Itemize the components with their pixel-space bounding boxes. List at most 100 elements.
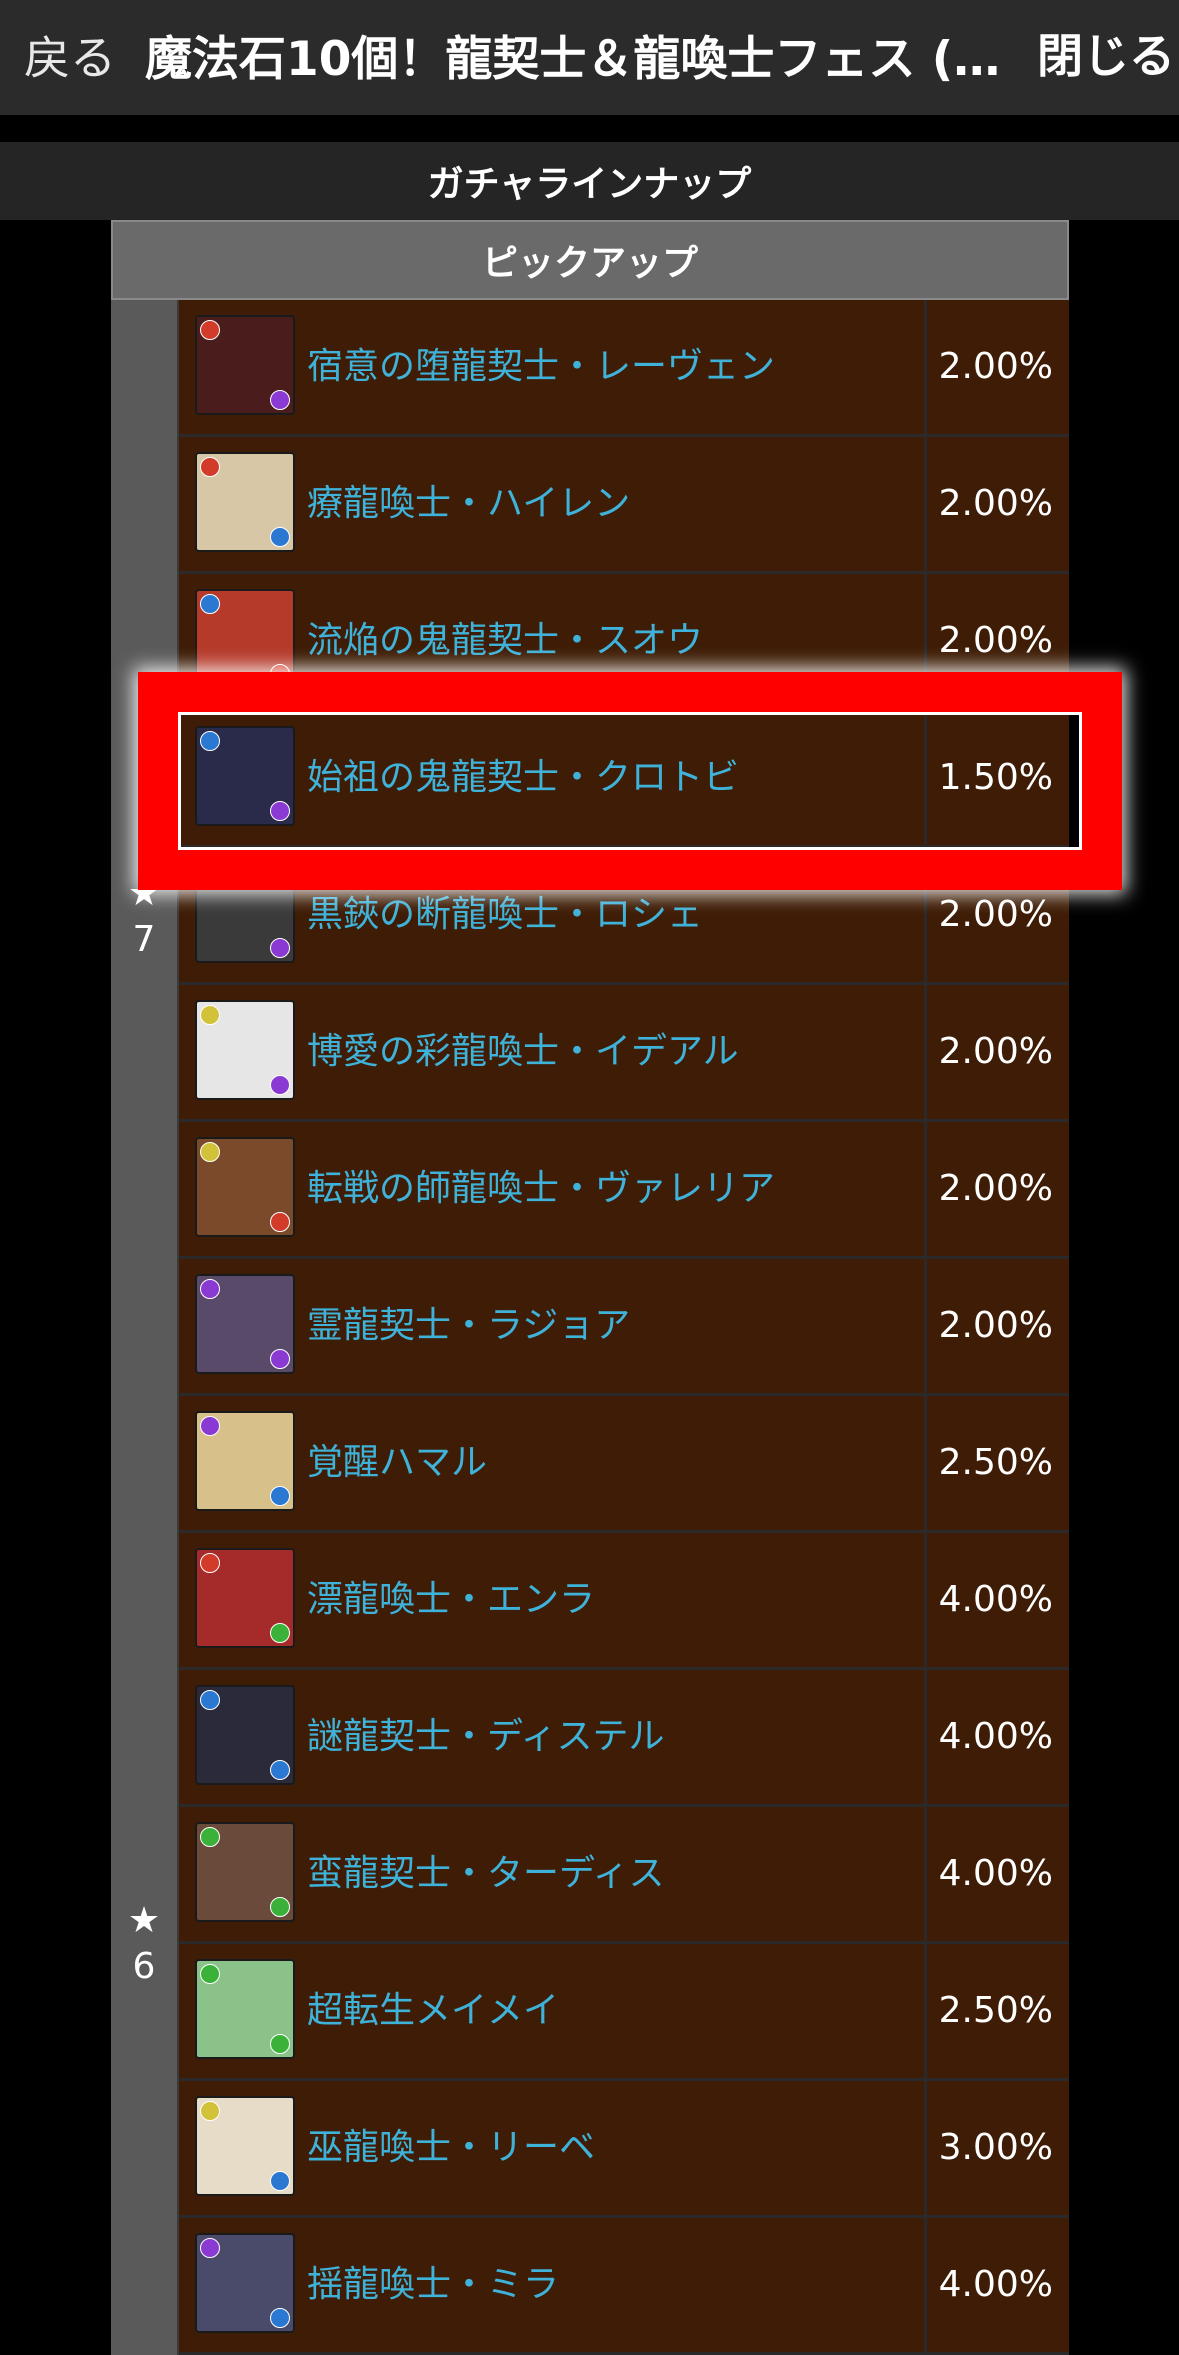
section-title: ガチャラインナップ — [0, 142, 1179, 220]
monster-row[interactable]: 巫龍喚士・リーベ 3.00% — [179, 2081, 1069, 2218]
rarity-group: ★ 7 宿意の堕龍契士・レーヴェン 2.00% 療龍喚士・ハイレン 2.00% 流焔の鬼龍契… — [111, 300, 1069, 1533]
sub-attribute-orb-icon — [270, 390, 290, 410]
monster-name-link[interactable]: 転戦の師龍喚士・ヴァレリア — [307, 1122, 775, 1256]
monster-name-link[interactable]: 蛮龍契士・ターディス — [307, 1807, 664, 1941]
main-attribute-orb-icon — [200, 1416, 220, 1436]
sub-attribute-orb-icon — [270, 2171, 290, 2191]
monster-name-link[interactable]: 覚醒ハマル — [307, 1396, 487, 1530]
drop-rate: 4.00% — [938, 2264, 1053, 2305]
drop-rate: 4.00% — [938, 1716, 1053, 1757]
monster-thumbnail — [195, 1959, 295, 2059]
drop-rate: 2.00% — [938, 483, 1053, 524]
monster-thumbnail — [195, 452, 295, 552]
sub-attribute-orb-icon — [270, 1075, 290, 1095]
monster-name-link[interactable]: 巫龍喚士・リーベ — [307, 2081, 595, 2215]
main-attribute-orb-icon — [200, 1690, 220, 1710]
sub-attribute-orb-icon — [270, 1623, 290, 1643]
monster-name-link[interactable]: 謎龍契士・ディステル — [307, 1670, 664, 1804]
main-attribute-orb-icon — [200, 1553, 220, 1573]
monster-thumbnail — [195, 315, 295, 415]
monster-name-link[interactable]: 揺龍喚士・ミラ — [307, 2218, 559, 2352]
rarity-column: ★ 6 — [111, 1533, 179, 2355]
drop-rate: 2.00% — [938, 1305, 1053, 1346]
highlight-box — [138, 672, 1122, 890]
close-button[interactable]: 閉じる — [1037, 20, 1175, 86]
sub-attribute-orb-icon — [270, 1897, 290, 1917]
pickup-header: ピックアップ — [111, 220, 1069, 300]
monster-thumbnail — [195, 1137, 295, 1237]
monster-row[interactable]: 謎龍契士・ディステル 4.00% — [179, 1670, 1069, 1807]
rarity-group: ★ 6 漂龍喚士・エンラ 4.00% 謎龍契士・ディステル 4.00% 蛮龍契士・ターディス… — [111, 1533, 1069, 2355]
monster-row[interactable]: 覚醒ハマル 2.50% — [179, 1396, 1069, 1533]
monster-thumbnail — [195, 1000, 295, 1100]
main-attribute-orb-icon — [200, 457, 220, 477]
main-attribute-orb-icon — [200, 594, 220, 614]
column-divider — [924, 437, 927, 571]
main-attribute-orb-icon — [200, 320, 220, 340]
column-divider — [924, 1807, 927, 1941]
monster-name-link[interactable]: 霊龍契士・ラジョア — [307, 1259, 630, 1393]
column-divider — [924, 985, 927, 1119]
sub-attribute-orb-icon — [270, 1760, 290, 1780]
drop-rate: 2.00% — [938, 346, 1053, 387]
monster-name-link[interactable]: 博愛の彩龍喚士・イデアル — [307, 985, 739, 1119]
monster-row[interactable]: 揺龍喚士・ミラ 4.00% — [179, 2218, 1069, 2355]
main-attribute-orb-icon — [200, 1964, 220, 1984]
sub-attribute-orb-icon — [270, 1349, 290, 1369]
main-attribute-orb-icon — [200, 1279, 220, 1299]
rarity-label: ★ 6 — [111, 1898, 177, 1990]
sub-attribute-orb-icon — [270, 2034, 290, 2054]
monster-thumbnail — [195, 1274, 295, 1374]
column-divider — [924, 1670, 927, 1804]
rarity-column: ★ 7 — [111, 300, 179, 1533]
sub-attribute-orb-icon — [270, 1212, 290, 1232]
monster-thumbnail — [195, 1548, 295, 1648]
main-attribute-orb-icon — [200, 2238, 220, 2258]
monster-row[interactable]: 宿意の堕龍契士・レーヴェン 2.00% — [179, 300, 1069, 437]
column-divider — [924, 1533, 927, 1667]
back-button[interactable]: 戻る — [24, 22, 116, 88]
monster-name-link[interactable]: 宿意の堕龍契士・レーヴェン — [307, 300, 775, 434]
monster-row[interactable]: 超転生メイメイ 2.50% — [179, 1944, 1069, 2081]
monster-row[interactable]: 漂龍喚士・エンラ 4.00% — [179, 1533, 1069, 1670]
column-divider — [924, 1396, 927, 1530]
monster-row[interactable]: 転戦の師龍喚士・ヴァレリア 2.00% — [179, 1122, 1069, 1259]
drop-rate: 2.00% — [938, 1168, 1053, 1209]
monster-row[interactable]: 療龍喚士・ハイレン 2.00% — [179, 437, 1069, 574]
star-icon: ★ — [127, 1900, 161, 1941]
monster-name-link[interactable]: 超転生メイメイ — [307, 1944, 559, 2078]
drop-rate: 4.00% — [938, 1579, 1053, 1620]
column-divider — [924, 300, 927, 434]
column-divider — [924, 2218, 927, 2352]
sub-attribute-orb-icon — [270, 1486, 290, 1506]
monster-thumbnail — [195, 2233, 295, 2333]
main-attribute-orb-icon — [200, 1142, 220, 1162]
sub-attribute-orb-icon — [270, 527, 290, 547]
column-divider — [924, 1122, 927, 1256]
rarity-number: 7 — [132, 918, 156, 960]
monster-row[interactable]: 蛮龍契士・ターディス 4.00% — [179, 1807, 1069, 1944]
gacha-lineup-table: ピックアップ ★ 7 宿意の堕龍契士・レーヴェン 2.00% 療龍喚士・ハイレン 2.00… — [111, 220, 1069, 2355]
sub-attribute-orb-icon — [270, 2308, 290, 2328]
main-attribute-orb-icon — [200, 2101, 220, 2121]
monster-row[interactable]: 博愛の彩龍喚士・イデアル 2.00% — [179, 985, 1069, 1122]
drop-rate: 4.00% — [938, 1853, 1053, 1894]
monster-thumbnail — [195, 2096, 295, 2196]
monster-thumbnail — [195, 1411, 295, 1511]
monster-thumbnail — [195, 1685, 295, 1785]
monster-name-link[interactable]: 療龍喚士・ハイレン — [307, 437, 630, 571]
column-divider — [924, 2081, 927, 2215]
main-attribute-orb-icon — [200, 1005, 220, 1025]
monster-name-link[interactable]: 漂龍喚士・エンラ — [307, 1533, 595, 1667]
monster-thumbnail — [195, 1822, 295, 1922]
drop-rate: 2.00% — [938, 1031, 1053, 1072]
drop-rate: 2.50% — [938, 1442, 1053, 1483]
rarity-number: 6 — [132, 1946, 156, 1987]
top-bar: 戻る 魔法石10個！龍契士＆龍喚士フェス (… 閉じる — [0, 0, 1179, 115]
column-divider — [924, 1944, 927, 2078]
sub-attribute-orb-icon — [270, 938, 290, 958]
monster-row[interactable]: 霊龍契士・ラジョア 2.00% — [179, 1259, 1069, 1396]
drop-rate: 2.50% — [938, 1990, 1053, 2031]
column-divider — [924, 1259, 927, 1393]
page-title: 魔法石10個！龍契士＆龍喚士フェス (… — [145, 32, 1001, 87]
